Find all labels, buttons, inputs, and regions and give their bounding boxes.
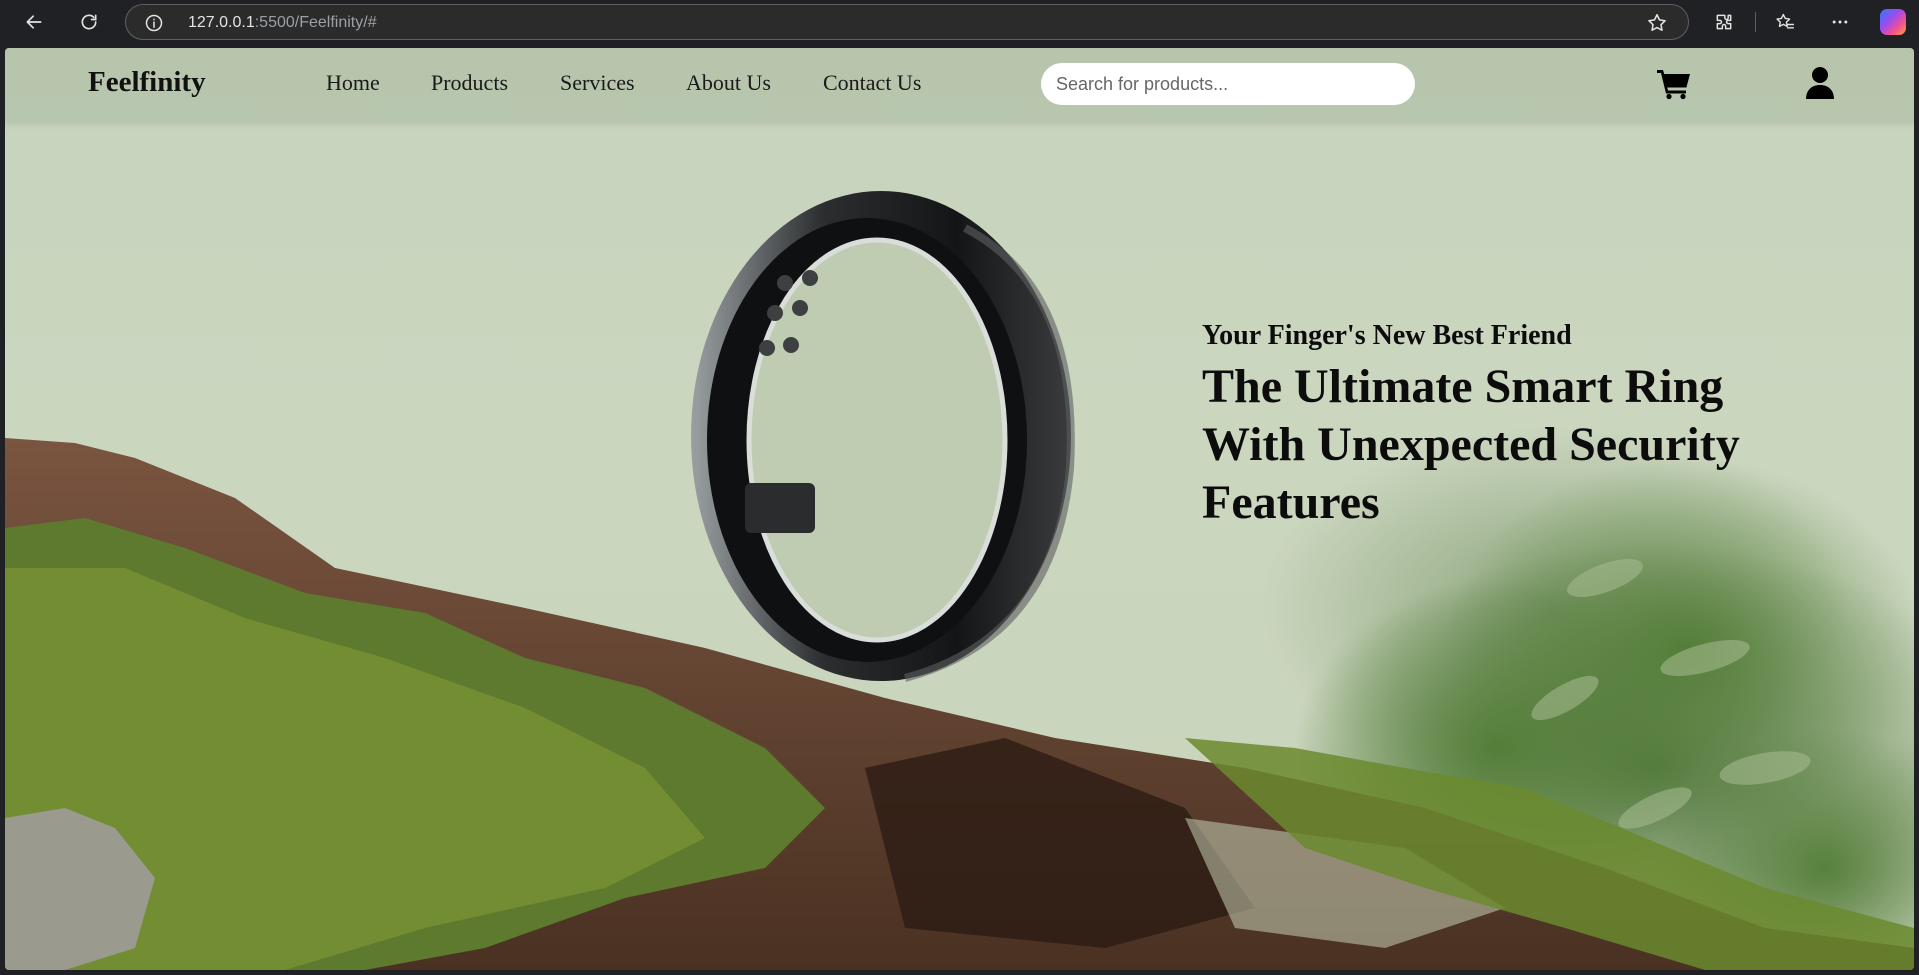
browser-toolbar: 127.0.0.1:5500/Feelfinity/#: [0, 0, 1919, 44]
smart-ring-image: [691, 191, 1075, 682]
hero-headline: The Ultimate Smart Ring With Unexpected …: [1202, 358, 1842, 532]
favorites-icon[interactable]: [1769, 6, 1801, 38]
info-icon[interactable]: [144, 13, 164, 33]
back-icon[interactable]: [18, 6, 50, 38]
brand-logo[interactable]: Feelfinity: [88, 66, 206, 99]
copilot-icon[interactable]: [1880, 9, 1906, 35]
site-navbar: Feelfinity Home Products Services About …: [5, 48, 1914, 122]
extensions-icon[interactable]: [1708, 6, 1740, 38]
cart-icon[interactable]: [1656, 65, 1692, 101]
reload-icon[interactable]: [73, 6, 105, 38]
user-icon[interactable]: [1802, 65, 1838, 101]
address-bar[interactable]: 127.0.0.1:5500/Feelfinity/#: [125, 4, 1689, 40]
nav-link-home[interactable]: Home: [326, 70, 380, 96]
more-icon[interactable]: [1824, 6, 1856, 38]
hero-text: Your Finger's New Best Friend The Ultima…: [1202, 320, 1842, 532]
nav-link-services[interactable]: Services: [560, 70, 635, 96]
hero-headline-line: Features: [1202, 476, 1380, 529]
page-viewport: Feelfinity Home Products Services About …: [5, 48, 1914, 970]
nav-link-contact-us[interactable]: Contact Us: [823, 70, 921, 96]
toolbar-divider: [1755, 12, 1756, 32]
nav-link-products[interactable]: Products: [431, 70, 508, 96]
address-url[interactable]: 127.0.0.1:5500/Feelfinity/#: [188, 14, 377, 32]
search-input[interactable]: [1041, 63, 1415, 105]
hero-tagline: Your Finger's New Best Friend: [1202, 320, 1572, 351]
star-icon[interactable]: [1646, 12, 1668, 34]
hero-headline-line: With Unexpected Security: [1202, 418, 1740, 471]
nav-link-about-us[interactable]: About Us: [686, 70, 771, 96]
hero-headline-line: The Ultimate Smart Ring: [1202, 360, 1724, 413]
